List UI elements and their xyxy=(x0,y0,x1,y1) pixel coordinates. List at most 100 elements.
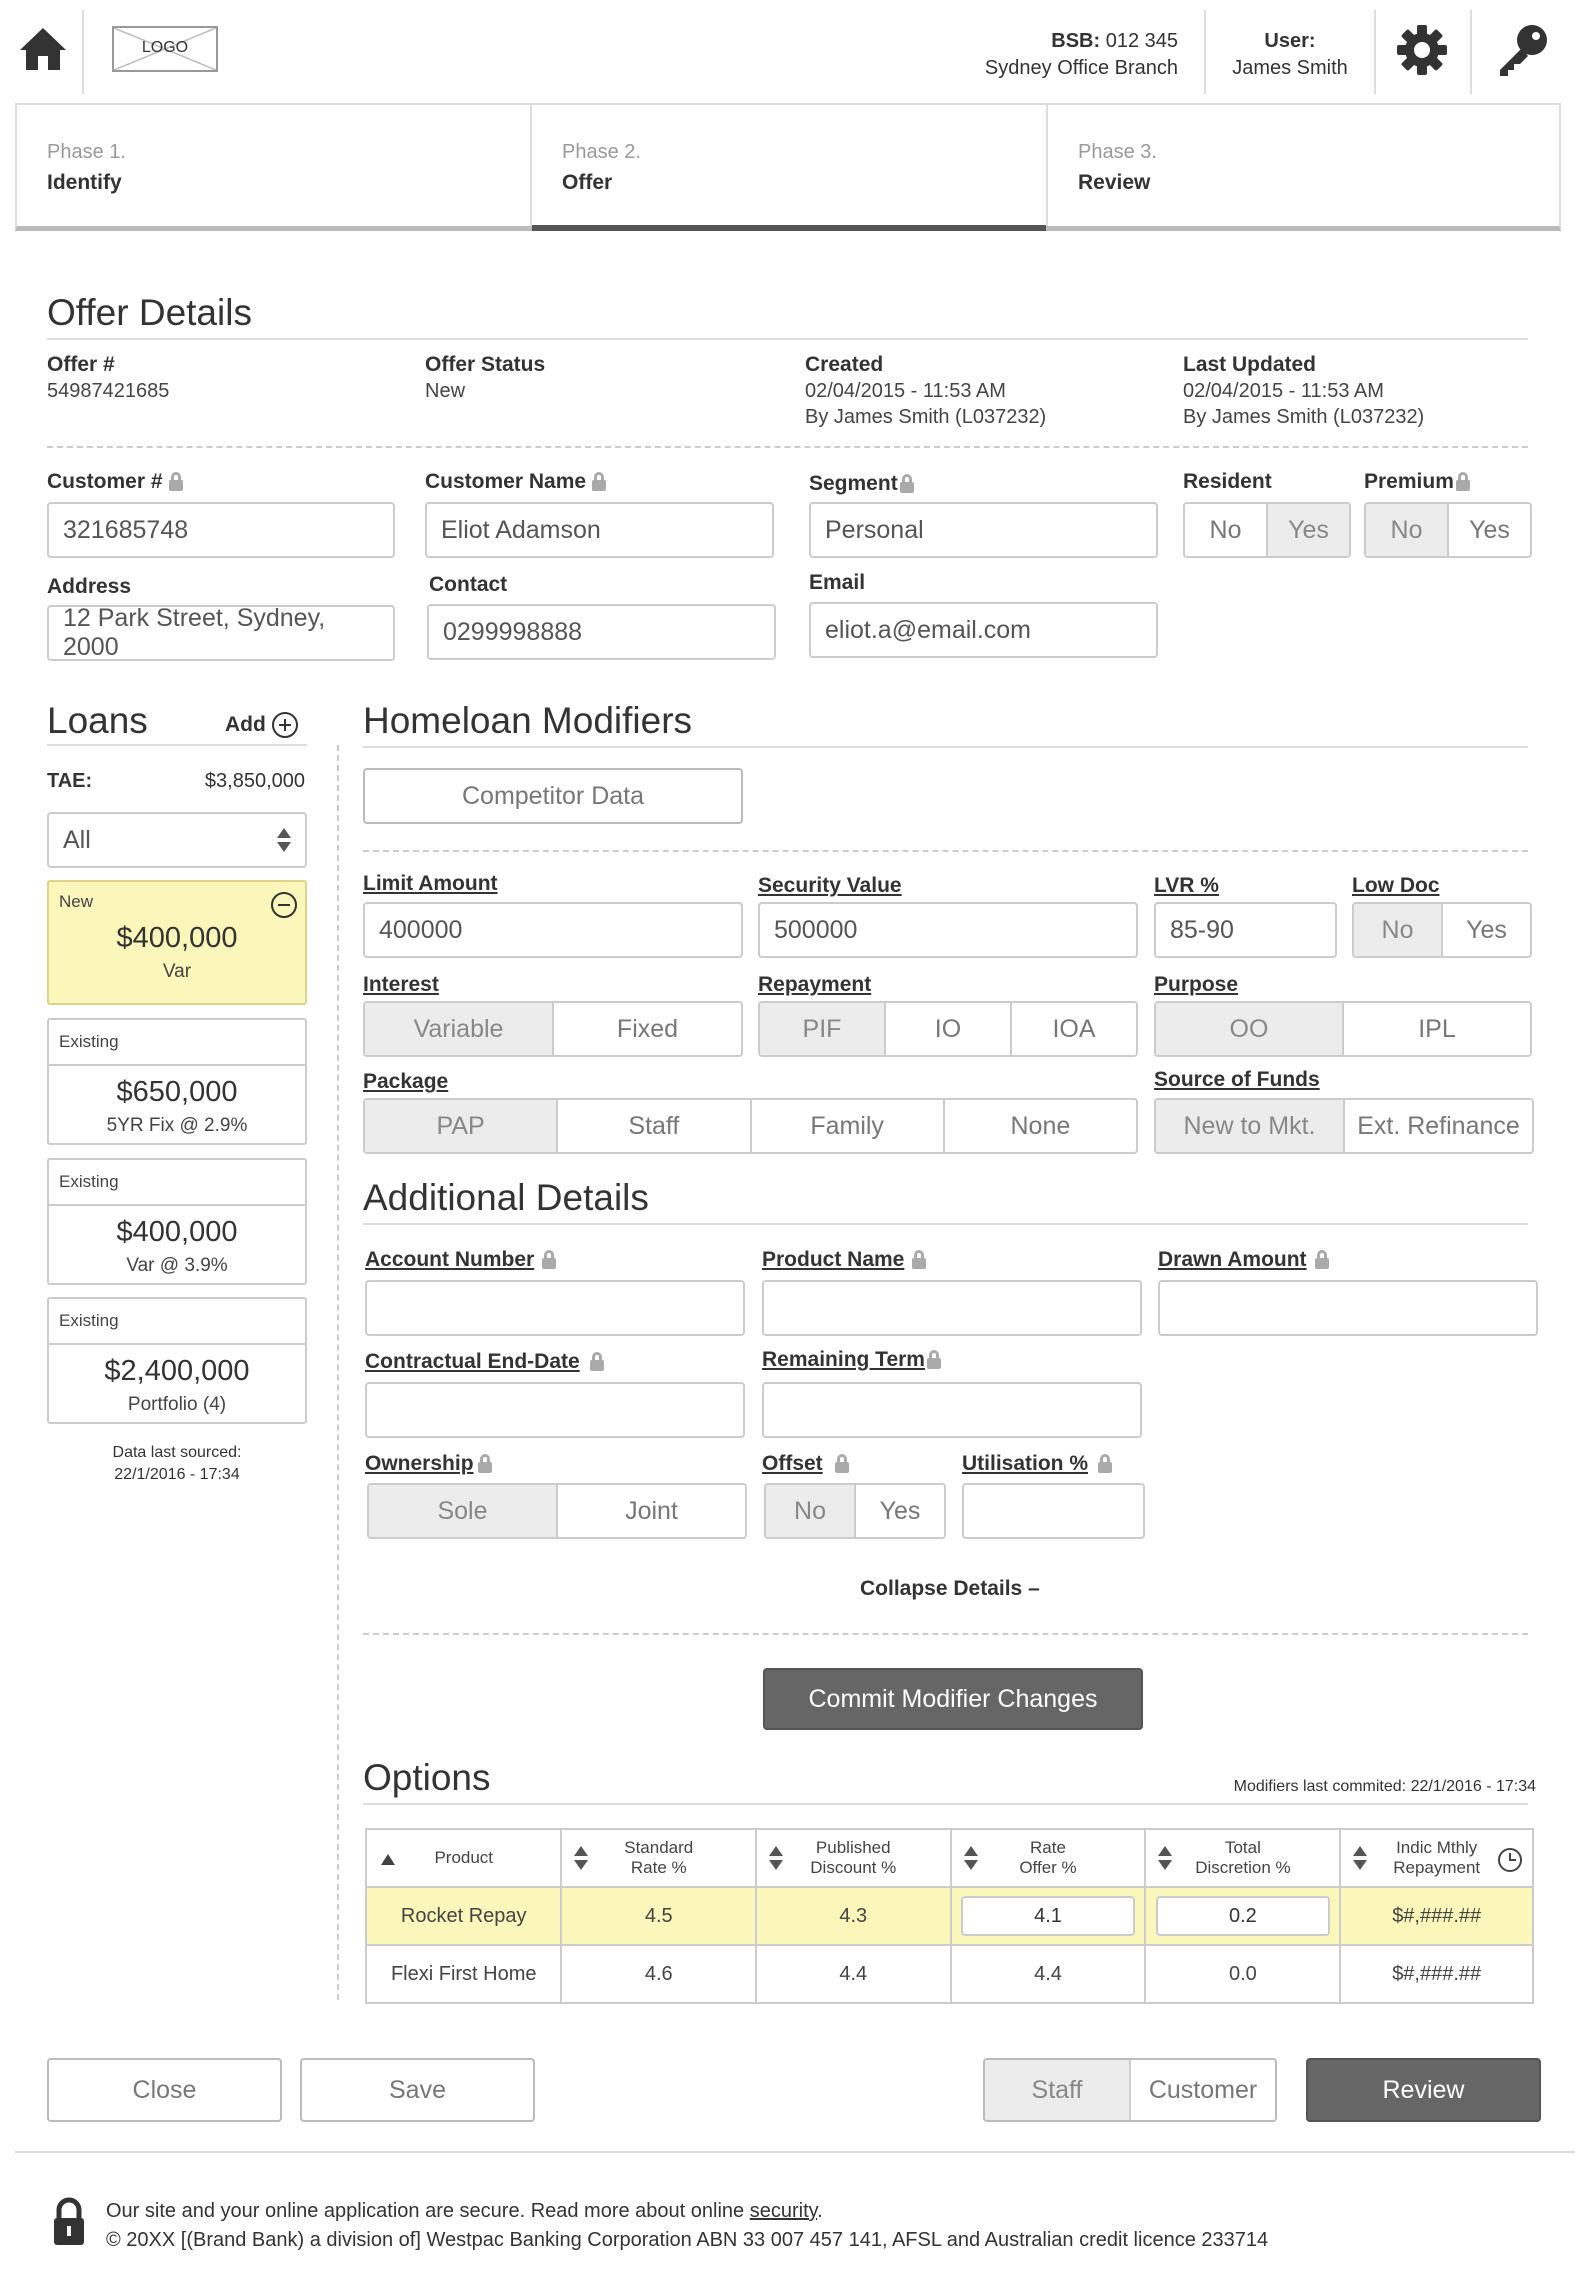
customer-number-field[interactable]: 321685748 xyxy=(47,502,395,558)
drawn-amount-field[interactable] xyxy=(1158,1280,1538,1336)
loan-card-existing[interactable]: Existing $2,400,000 Portfolio (4) xyxy=(47,1297,307,1424)
segment-field[interactable]: Personal xyxy=(809,502,1158,558)
address-label: Address xyxy=(47,575,132,598)
col-repayment-header[interactable]: Indic Mthly Repayment xyxy=(1339,1828,1534,1888)
package-pap-option[interactable]: PAP xyxy=(365,1100,559,1152)
close-button[interactable]: Close xyxy=(47,2058,282,2122)
table-row[interactable]: Flexi First Home 4.6 4.4 4.4 0.0 $#,###.… xyxy=(364,1944,1534,2004)
interest-variable-option[interactable]: Variable xyxy=(365,1003,554,1055)
account-number-field[interactable] xyxy=(365,1280,745,1336)
clock-icon[interactable] xyxy=(1498,1848,1522,1872)
repayment-pif-option[interactable]: PIF xyxy=(760,1003,886,1055)
review-button[interactable]: Review xyxy=(1306,2058,1541,2122)
offset-label: Offset xyxy=(762,1452,849,1476)
contact-field[interactable]: 0299998888 xyxy=(427,604,776,660)
cell-rate-offer: 4.4 xyxy=(949,1944,1147,2004)
package-staff-option[interactable]: Staff xyxy=(558,1100,752,1152)
low-doc-toggle[interactable]: No Yes xyxy=(1352,902,1532,958)
phase-name: Review xyxy=(1078,171,1151,194)
purpose-oo-option[interactable]: OO xyxy=(1156,1003,1344,1055)
repayment-label: Repayment xyxy=(758,973,872,996)
add-loan-button[interactable]: Add xyxy=(225,712,298,738)
funds-ext-refinance-option[interactable]: Ext. Refinance xyxy=(1345,1100,1532,1152)
total-discretion-value: 0.2 xyxy=(1229,1904,1257,1927)
collapse-details-link[interactable]: Collapse Details – xyxy=(860,1577,1040,1601)
gear-icon[interactable] xyxy=(1396,24,1448,76)
phase-number: Phase 2. xyxy=(562,141,641,163)
resident-yes-option[interactable]: Yes xyxy=(1268,504,1349,556)
tab-phase-2[interactable]: Phase 2. Offer xyxy=(532,105,1048,231)
resident-toggle[interactable]: No Yes xyxy=(1183,502,1351,558)
security-link[interactable]: security xyxy=(750,2200,817,2222)
col-standard-rate-header[interactable]: Standard Rate % xyxy=(560,1828,757,1888)
package-family-option[interactable]: Family xyxy=(751,1100,945,1152)
phase-number: Phase 1. xyxy=(47,141,126,163)
divider xyxy=(1470,10,1472,94)
key-icon[interactable] xyxy=(1494,22,1550,78)
resident-no-option[interactable]: No xyxy=(1185,504,1268,556)
lock-icon xyxy=(477,1454,492,1473)
staff-option[interactable]: Staff xyxy=(985,2060,1131,2120)
address-field[interactable]: 12 Park Street, Sydney, 2000 xyxy=(47,604,395,661)
ownership-sole-option[interactable]: Sole xyxy=(369,1485,558,1537)
offset-no-option[interactable]: No xyxy=(766,1485,856,1537)
package-none-option[interactable]: None xyxy=(944,1100,1136,1152)
purpose-toggle[interactable]: OO IPL xyxy=(1154,1001,1532,1057)
low-doc-no-option[interactable]: No xyxy=(1354,904,1443,956)
competitor-data-button[interactable]: Competitor Data xyxy=(363,768,743,824)
tab-phase-3[interactable]: Phase 3. Review xyxy=(1048,105,1559,226)
offset-toggle[interactable]: No Yes xyxy=(764,1483,946,1539)
total-discretion-input[interactable]: 0.2 xyxy=(1155,1896,1330,1936)
premium-yes-option[interactable]: Yes xyxy=(1449,504,1530,556)
col-product-header[interactable]: Product xyxy=(364,1828,563,1888)
funds-new-to-market-option[interactable]: New to Mkt. xyxy=(1156,1100,1345,1152)
repayment-toggle[interactable]: PIF IO IOA xyxy=(758,1001,1138,1057)
repayment-ioa-option[interactable]: IOA xyxy=(1012,1003,1136,1055)
table-row[interactable]: Rocket Repay 4.5 4.3 4.1 0.2 $#,###.## xyxy=(364,1886,1534,1946)
rate-offer-input[interactable]: 4.1 xyxy=(960,1896,1135,1936)
limit-amount-field[interactable]: 400000 xyxy=(363,902,743,958)
save-button[interactable]: Save xyxy=(300,2058,535,2122)
low-doc-yes-option[interactable]: Yes xyxy=(1443,904,1530,956)
lock-icon xyxy=(834,1454,849,1473)
loan-card-new[interactable]: New $400,000 Var xyxy=(47,880,307,1005)
contractual-end-date-field[interactable] xyxy=(365,1382,745,1438)
remaining-term-field[interactable] xyxy=(762,1382,1142,1438)
ownership-joint-option[interactable]: Joint xyxy=(558,1485,745,1537)
loan-card-existing[interactable]: Existing $400,000 Var @ 3.9% xyxy=(47,1158,307,1285)
offset-yes-option[interactable]: Yes xyxy=(856,1485,944,1537)
email-field[interactable]: eliot.a@email.com xyxy=(809,602,1158,658)
premium-no-option[interactable]: No xyxy=(1366,504,1449,556)
col-rate-offer-header[interactable]: Rate Offer % xyxy=(949,1828,1147,1888)
lvr-field[interactable]: 85-90 xyxy=(1154,902,1337,958)
interest-fixed-option[interactable]: Fixed xyxy=(554,1003,741,1055)
product-name-label: Product Name xyxy=(762,1248,927,1272)
interest-toggle[interactable]: Variable Fixed xyxy=(363,1001,743,1057)
premium-toggle[interactable]: No Yes xyxy=(1364,502,1532,558)
lock-icon xyxy=(1314,1250,1329,1269)
updated-by: By James Smith (L037232) xyxy=(1183,406,1425,428)
loan-filter-select[interactable]: All xyxy=(47,812,307,868)
purpose-ipl-option[interactable]: IPL xyxy=(1344,1003,1530,1055)
home-icon[interactable] xyxy=(18,24,68,74)
customer-name-field[interactable]: Eliot Adamson xyxy=(425,502,774,558)
customer-option[interactable]: Customer xyxy=(1131,2060,1275,2120)
lvr-value: 85-90 xyxy=(1170,915,1234,944)
col-published-discount-header[interactable]: Published Discount % xyxy=(755,1828,952,1888)
active-tab-indicator xyxy=(532,225,1046,231)
review-label: Review xyxy=(1382,2075,1465,2104)
repayment-io-option[interactable]: IO xyxy=(886,1003,1012,1055)
col-total-discretion-header[interactable]: Total Discretion % xyxy=(1144,1828,1342,1888)
security-value-field[interactable]: 500000 xyxy=(758,902,1138,958)
ownership-toggle[interactable]: Sole Joint xyxy=(367,1483,747,1539)
remove-circle-icon[interactable] xyxy=(271,892,297,918)
commit-modifier-changes-button[interactable]: Commit Modifier Changes xyxy=(763,1668,1143,1730)
package-toggle[interactable]: PAP Staff Family None xyxy=(363,1098,1138,1154)
lock-icon xyxy=(542,1250,557,1269)
tab-phase-1[interactable]: Phase 1. Identify xyxy=(17,105,532,226)
audience-toggle[interactable]: Staff Customer xyxy=(983,2058,1277,2122)
utilisation-field[interactable] xyxy=(962,1483,1145,1539)
loan-card-existing[interactable]: Existing $650,000 5YR Fix @ 2.9% xyxy=(47,1018,307,1145)
product-name-field[interactable] xyxy=(762,1280,1142,1336)
source-of-funds-toggle[interactable]: New to Mkt. Ext. Refinance xyxy=(1154,1098,1534,1154)
